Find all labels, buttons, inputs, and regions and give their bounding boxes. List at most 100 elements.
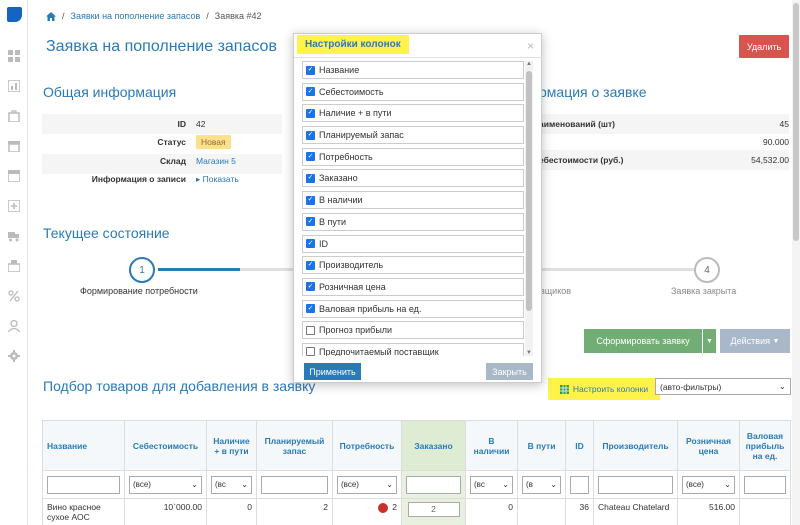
filter-select-cost[interactable]: (все) ⌄ — [129, 475, 202, 494]
actions-button[interactable]: Действия ▼ — [720, 329, 790, 353]
column-header-name[interactable]: Название — [42, 420, 125, 471]
checkbox-checked[interactable]: ✓ — [306, 260, 315, 270]
scroll-down-icon[interactable]: ▼ — [526, 350, 532, 356]
gear-icon[interactable] — [8, 350, 20, 362]
close-icon[interactable]: × — [527, 39, 534, 53]
box-add-icon[interactable] — [8, 200, 20, 212]
checkbox-checked[interactable]: ✓ — [306, 152, 315, 162]
checkbox-unchecked[interactable] — [306, 325, 315, 335]
checkbox-checked[interactable]: ✓ — [306, 108, 315, 118]
show-record-info-link[interactable]: ▸ Показать — [192, 174, 239, 185]
checkbox-checked[interactable]: ✓ — [306, 130, 315, 140]
step-circle-4: 4 — [694, 257, 720, 283]
filter-select-in-transit[interactable]: (в ⌄ — [522, 475, 561, 494]
filter-input-manufacturer[interactable] — [598, 475, 673, 494]
page-scrollbar[interactable] — [792, 0, 800, 525]
column-header-planned[interactable]: Планируемый запас — [256, 420, 333, 471]
checkbox-checked[interactable]: ✓ — [306, 282, 315, 292]
filter-select-need[interactable]: (все) ⌄ — [337, 475, 397, 494]
column-option[interactable]: ✓ Наличие + в пути — [302, 104, 524, 123]
form-order-button[interactable]: Сформировать заявку — [584, 329, 702, 353]
checkbox-checked[interactable]: ✓ — [306, 304, 315, 314]
column-header-manufacturer[interactable]: Производитель — [593, 420, 678, 471]
dashboard-icon[interactable] — [8, 50, 20, 62]
column-option[interactable]: Предпочитаемый поставщик — [302, 342, 524, 356]
column-option[interactable]: ✓ Валовая прибыль на ед. — [302, 299, 524, 318]
column-option-label: Потребность — [319, 151, 373, 162]
apply-button[interactable]: Применить — [304, 363, 361, 380]
column-header-need[interactable]: Потребность — [332, 420, 402, 471]
close-button[interactable]: Закрыть — [486, 363, 533, 380]
filter-select-retail[interactable]: (все) ⌄ — [682, 475, 735, 494]
modal-list-scrollbar[interactable]: ▲ ▼ — [525, 61, 533, 356]
checkbox-checked[interactable]: ✓ — [306, 65, 315, 75]
store-icon[interactable] — [8, 170, 20, 182]
table-header-row: Название Себестоимость Наличие + в пути … — [42, 420, 791, 471]
reports-icon[interactable] — [8, 80, 20, 92]
order-info-row-qty: 90.000 — [763, 137, 789, 147]
form-order-dropdown-button[interactable]: ▼ — [703, 329, 716, 353]
column-header-in-stock[interactable]: В наличии — [465, 420, 518, 471]
column-option[interactable]: ✓ В пути — [302, 212, 524, 231]
column-header-retail[interactable]: Розничная цена — [677, 420, 740, 471]
column-option[interactable]: ✓ Название — [302, 61, 524, 79]
checkbox-checked[interactable]: ✓ — [306, 173, 315, 183]
column-option[interactable]: ✓ В наличии — [302, 191, 524, 210]
breadcrumb-separator: / — [62, 11, 65, 21]
column-header-cost[interactable]: Себестоимость — [124, 420, 207, 471]
column-option[interactable]: ✓ Заказано — [302, 169, 524, 188]
cell-in-stock: 0 — [465, 498, 518, 525]
bag-icon[interactable] — [8, 110, 20, 122]
app-logo[interactable] — [7, 7, 22, 22]
step-label-3: вщиков — [540, 286, 572, 296]
column-header-stock-transit[interactable]: Наличие + в пути — [206, 420, 257, 471]
percent-icon[interactable] — [8, 290, 20, 302]
filter-input-ordered[interactable] — [406, 475, 461, 494]
general-info-title: Общая информация — [43, 84, 177, 100]
delete-button[interactable]: Удалить — [739, 35, 789, 58]
scroll-up-icon[interactable]: ▲ — [526, 61, 532, 67]
filter-input-planned[interactable] — [261, 475, 328, 494]
column-option[interactable]: ✓ Потребность — [302, 147, 524, 166]
column-option[interactable]: Прогноз прибыли — [302, 321, 524, 340]
configure-columns-link[interactable]: Настроить колонки — [548, 378, 660, 400]
ordered-qty-input[interactable]: 2 — [407, 502, 460, 517]
table-row[interactable]: Вино красное сухое АОС 10`000.00 0 2 2 2… — [42, 498, 791, 525]
column-option[interactable]: ✓ Розничная цена — [302, 277, 524, 296]
column-header-in-transit[interactable]: В пути — [517, 420, 566, 471]
modal-title: Настройки колонок — [297, 35, 409, 54]
cash-register-icon[interactable] — [8, 260, 20, 272]
filter-input-margin[interactable] — [744, 475, 786, 494]
column-option[interactable]: ✓ Планируемый запас — [302, 126, 524, 145]
checkbox-unchecked[interactable] — [306, 347, 315, 356]
breadcrumb-link-orders[interactable]: Заявки на пополнение запасов — [71, 11, 201, 21]
info-row-id: ID 42 — [177, 119, 206, 129]
checkbox-checked[interactable]: ✓ — [306, 217, 315, 227]
home-icon[interactable] — [46, 11, 56, 21]
filter-select-in-stock[interactable]: (вс ⌄ — [470, 475, 513, 494]
current-state-title: Текущее состояние — [43, 225, 170, 241]
column-option[interactable]: ✓ Производитель — [302, 256, 524, 275]
filter-input-id[interactable] — [570, 475, 589, 494]
checkbox-checked[interactable]: ✓ — [306, 87, 315, 97]
truck-icon[interactable] — [8, 230, 20, 242]
auto-filter-select[interactable]: (авто-фильтры) ⌄ — [655, 378, 791, 395]
column-option[interactable]: ✓ Себестоимость — [302, 82, 524, 101]
column-header-id[interactable]: ID — [565, 420, 594, 471]
order-info-row-items: аименований (шт) 45 — [539, 114, 789, 134]
checkbox-checked[interactable]: ✓ — [306, 239, 315, 248]
column-option-label: Планируемый запас — [319, 130, 404, 141]
column-header-ordered[interactable]: Заказано — [401, 420, 466, 471]
filter-input-name[interactable] — [47, 475, 120, 494]
column-header-margin[interactable]: Валовая прибыль на ед. — [739, 420, 791, 471]
column-option[interactable]: ✓ ID — [302, 234, 524, 253]
checkbox-checked[interactable]: ✓ — [306, 195, 315, 205]
column-option-label: Валовая прибыль на ед. — [319, 303, 422, 314]
filter-select-stock-transit[interactable]: (вс ⌄ — [211, 475, 252, 494]
archive-icon[interactable] — [8, 140, 20, 152]
order-info-row-cost: ебестоимости (руб.) 54,532.00 — [539, 150, 789, 170]
warehouse-link[interactable]: Магазин 5 — [192, 156, 236, 166]
user-icon[interactable] — [8, 320, 20, 332]
column-option-label: Розничная цена — [319, 281, 386, 292]
progress-line — [540, 268, 695, 271]
